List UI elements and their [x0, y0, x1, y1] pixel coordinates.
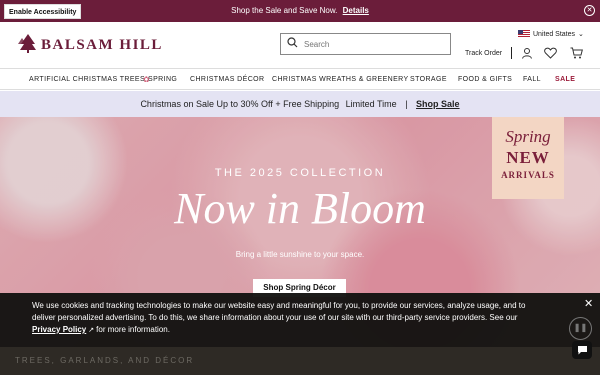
- cookie-banner: We use cookies and tracking technologies…: [0, 293, 600, 347]
- heart-icon[interactable]: [543, 46, 557, 60]
- spring-new-arrivals-badge[interactable]: Spring NEW ARRIVALS: [492, 117, 564, 199]
- logo-text: BALSAM HILL: [41, 37, 163, 53]
- promo-details-link[interactable]: Details: [343, 6, 369, 15]
- nav-item-wreaths-greenery[interactable]: CHRISTMAS WREATHS & GREENERY: [272, 69, 409, 90]
- promo-message: Shop the Sale and Save Now. Details: [0, 0, 600, 22]
- logo[interactable]: BALSAM HILL: [18, 33, 163, 58]
- us-flag-icon: [518, 30, 530, 38]
- close-icon[interactable]: ✕: [584, 5, 595, 16]
- chevron-down-icon: ⌄: [578, 31, 584, 38]
- nav-item-fall[interactable]: FALL: [523, 69, 541, 90]
- main-nav: ARTIFICIAL CHRISTMAS TREES ✿ SPRING CHRI…: [0, 68, 600, 90]
- cookie-message: We use cookies and tracking technologies…: [32, 300, 547, 337]
- search-icon: [287, 35, 298, 53]
- cookie-text: We use cookies and tracking technologies…: [32, 301, 526, 322]
- search-box[interactable]: [280, 33, 451, 55]
- shop-sale-link[interactable]: Shop Sale: [416, 99, 460, 109]
- badge-line-1: Spring: [505, 127, 551, 146]
- top-promo-bar: Enable Accessibility Shop the Sale and S…: [0, 0, 600, 22]
- header-divider: [511, 47, 512, 59]
- country-selector[interactable]: United States ⌄: [518, 30, 584, 38]
- cart-icon[interactable]: [569, 46, 583, 60]
- pause-icon[interactable]: ❚❚: [569, 317, 592, 340]
- badge-line-3: ARRIVALS: [501, 170, 555, 180]
- sale-banner-text: Christmas on Sale Up to 30% Off + Free S…: [140, 99, 340, 109]
- promo-text: Shop the Sale and Save Now.: [231, 6, 338, 15]
- nav-item-sale[interactable]: SALE: [555, 69, 575, 90]
- nav-item-artificial-trees[interactable]: ARTIFICIAL CHRISTMAS TREES: [29, 69, 145, 90]
- nav-item-storage[interactable]: STORAGE: [410, 69, 447, 90]
- sale-banner-separator: |: [405, 99, 408, 109]
- account-icon[interactable]: [520, 46, 534, 60]
- track-order-link[interactable]: Track Order: [465, 50, 502, 57]
- country-label: United States: [533, 30, 576, 38]
- section-heading: TREES, GARLANDS, AND DÉCOR: [15, 356, 195, 365]
- nav-item-spring[interactable]: SPRING: [148, 69, 177, 90]
- cookie-suffix: for more information.: [96, 325, 170, 334]
- badge-line-2: NEW: [506, 148, 550, 167]
- external-link-icon: ↗: [88, 327, 95, 334]
- tree-logo-icon: [18, 33, 38, 58]
- search-input[interactable]: [304, 39, 444, 49]
- privacy-policy-link[interactable]: Privacy Policy: [32, 325, 86, 334]
- close-cookie-icon[interactable]: ✕: [584, 297, 593, 310]
- site-header: BALSAM HILL United States ⌄ Track Order: [0, 22, 600, 68]
- chat-icon[interactable]: [572, 341, 592, 359]
- sale-banner-limited: Limited Time: [345, 99, 397, 109]
- hero-tagline: Bring a little sunshine to your space.: [235, 250, 365, 259]
- sale-banner: Christmas on Sale Up to 30% Off + Free S…: [0, 91, 600, 117]
- nav-item-christmas-decor[interactable]: CHRISTMAS DÉCOR: [190, 69, 264, 90]
- section-strip: TREES, GARLANDS, AND DÉCOR: [0, 347, 600, 375]
- nav-item-food-gifts[interactable]: FOOD & GIFTS: [458, 69, 512, 90]
